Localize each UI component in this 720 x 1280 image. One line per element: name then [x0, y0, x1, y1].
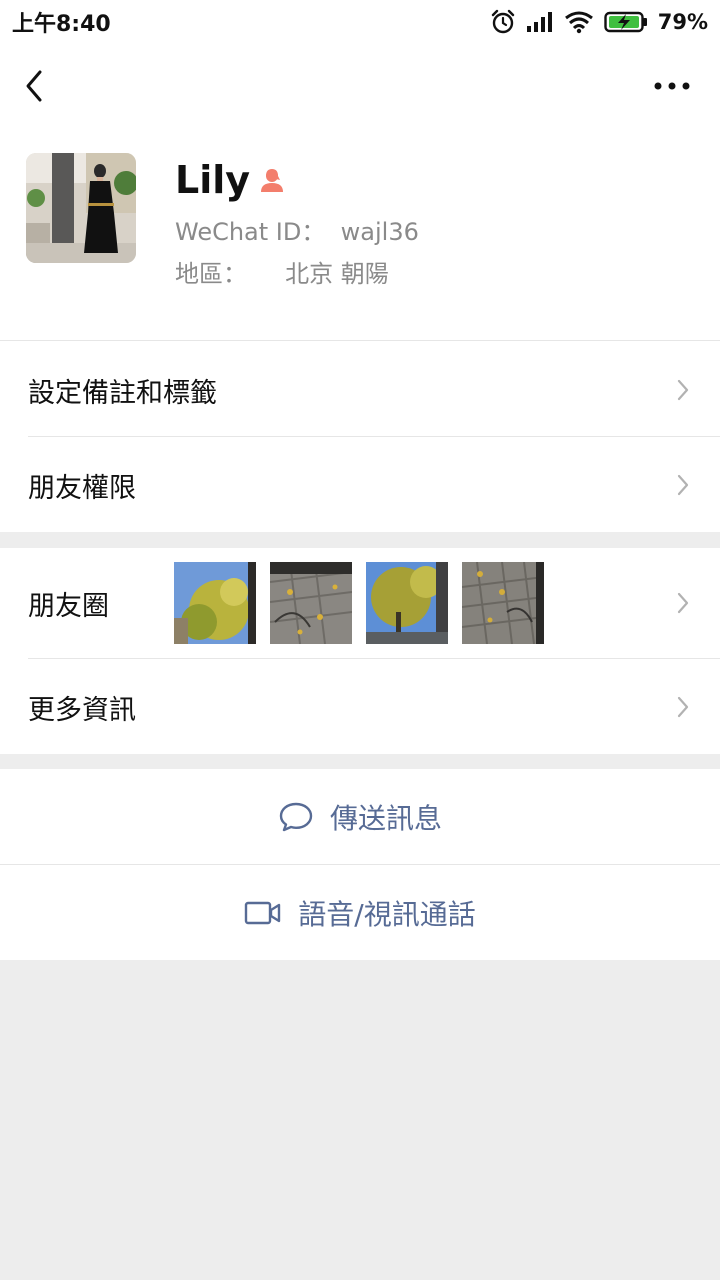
- profile-name: Lily: [175, 158, 251, 202]
- voice-video-call-label: 語音/視訊通話: [298, 898, 476, 931]
- more-info-label: 更多資訊: [28, 694, 136, 726]
- signal-icon: [526, 12, 552, 32]
- avatar[interactable]: [26, 153, 136, 263]
- name-row: Lily: [175, 156, 286, 204]
- remarks-tags-label: 設定備註和標籤: [28, 377, 217, 409]
- chat-bubble-icon: [279, 802, 313, 832]
- status-time: 上午8:40: [12, 12, 111, 37]
- moments-row[interactable]: 朋友圈: [0, 548, 720, 658]
- status-bar: 上午8:40 79%: [0, 0, 720, 44]
- battery-charging-icon: [604, 11, 647, 33]
- moments-thumbnail: [462, 562, 544, 644]
- settings-section: 設定備註和標籤 朋友權限: [0, 340, 720, 532]
- moments-label: 朋友圈: [28, 590, 109, 622]
- chevron-right-icon: [677, 474, 689, 496]
- more-info-row[interactable]: 更多資訊: [0, 659, 720, 755]
- moments-thumbnail: [174, 562, 256, 644]
- battery-percent: 79%: [657, 10, 708, 34]
- profile-header: Lily WeChat ID： wajl36 地區： 北京 朝陽: [0, 128, 720, 340]
- female-icon: [261, 169, 284, 192]
- moments-thumbnail: [270, 562, 352, 644]
- more-dots-icon[interactable]: [650, 74, 694, 98]
- divider: [0, 340, 720, 341]
- wechat-id-label: WeChat ID：: [175, 218, 326, 246]
- send-message-label: 傳送訊息: [329, 802, 442, 835]
- chevron-right-icon: [677, 696, 689, 718]
- actions-section: 傳送訊息 語音/視訊通話: [0, 769, 720, 960]
- moments-thumbnail: [366, 562, 448, 644]
- alarm-icon: [491, 9, 514, 34]
- chevron-right-icon: [677, 592, 689, 614]
- send-message-button[interactable]: 傳送訊息: [0, 769, 720, 865]
- avatar-photo: [26, 153, 136, 263]
- remarks-tags-row[interactable]: 設定備註和標籤: [0, 342, 720, 438]
- friend-permissions-label: 朋友權限: [28, 472, 136, 504]
- nav-bar: [0, 44, 720, 128]
- video-camera-icon: [245, 901, 281, 925]
- wifi-icon: [564, 11, 593, 34]
- region-row: 地區： 北京 朝陽: [175, 254, 389, 289]
- region-label: 地區：: [175, 260, 247, 288]
- friend-permissions-row[interactable]: 朋友權限: [0, 437, 720, 533]
- chevron-right-icon: [677, 379, 689, 401]
- status-icons: 79%: [490, 9, 708, 35]
- chevron-left-icon[interactable]: [18, 66, 50, 106]
- region-value: 北京 朝陽: [285, 260, 389, 288]
- voice-video-call-button[interactable]: 語音/視訊通話: [0, 865, 720, 961]
- moments-section: 朋友圈 更多資訊: [0, 548, 720, 754]
- wechat-id-row: WeChat ID： wajl36: [175, 212, 419, 247]
- wechat-id-value: wajl36: [340, 218, 419, 246]
